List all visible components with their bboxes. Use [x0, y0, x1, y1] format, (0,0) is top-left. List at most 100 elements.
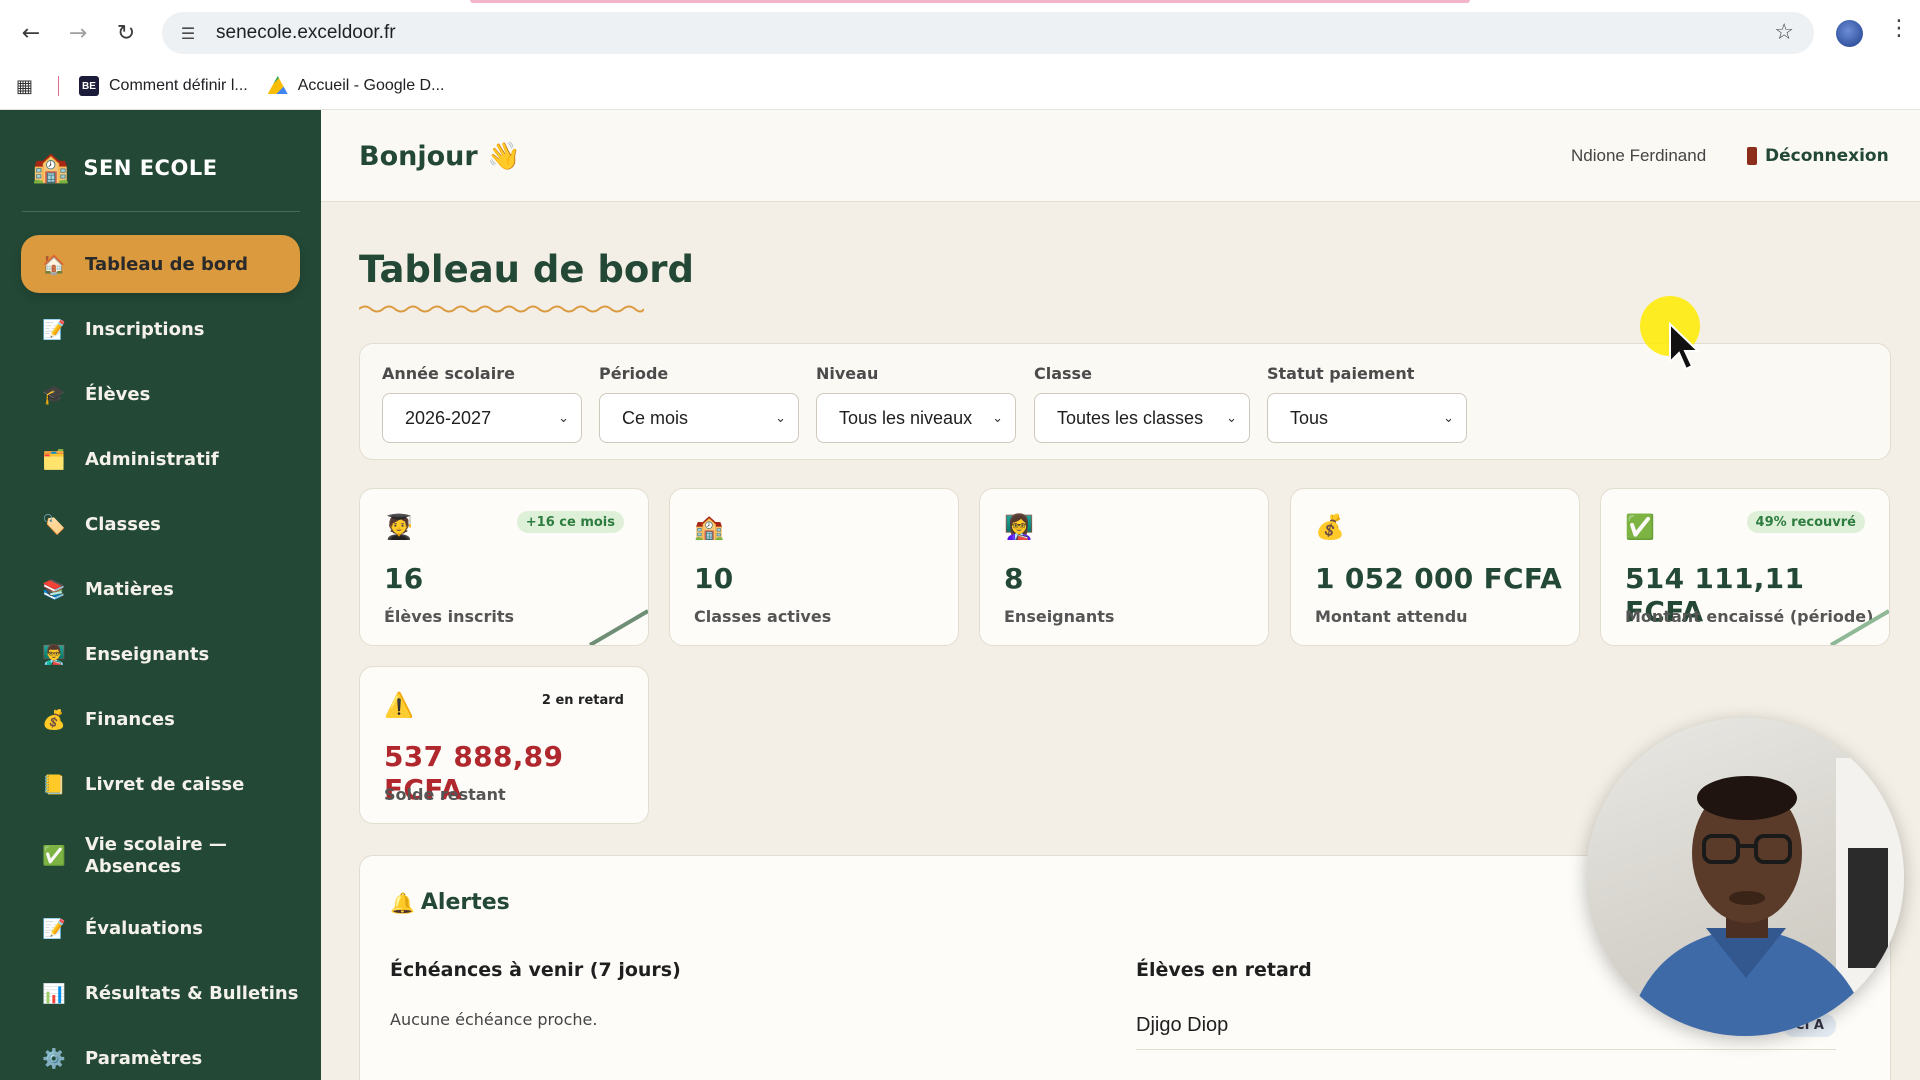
sidebar-item-parametres[interactable]: ⚙️ Paramètres [21, 1029, 300, 1080]
sidebar-item-label: Classes [85, 513, 161, 535]
title-underline [359, 305, 644, 313]
filter-label: Niveau [816, 364, 879, 383]
filter-label: Statut paiement [1267, 364, 1415, 383]
filter-classe: Classe Toutes les classes ⌄ [1034, 364, 1250, 443]
select-value: Tous les niveaux [839, 407, 973, 428]
greeting: Bonjour 👋 [359, 141, 521, 172]
sidebar-item-label: Tableau de bord [85, 253, 248, 275]
kpi-card-eleves: 🧑‍🎓 +16 ce mois 16 Élèves inscrits [359, 488, 649, 646]
bookmark-item[interactable]: BE Comment définir l... [79, 76, 248, 96]
select-value: 2026-2027 [405, 407, 492, 428]
student-icon: 🧑‍🎓 [384, 513, 414, 541]
bookmark-star-icon[interactable]: ☆ [1774, 20, 1794, 45]
money-bag-icon: 💰 [42, 708, 66, 731]
sidebar-item-evaluations[interactable]: 📝 Évaluations [21, 899, 300, 957]
sidebar-item-resultats[interactable]: 📊 Résultats & Bulletins [21, 964, 300, 1022]
sidebar: 🏫 SEN ECOLE 🏠 Tableau de bord 📝 Inscript… [0, 110, 321, 1080]
profile-avatar[interactable] [1836, 20, 1863, 47]
divider [22, 211, 300, 212]
apps-grid-icon[interactable]: ▦ [16, 76, 40, 97]
sidebar-item-label: Évaluations [85, 917, 203, 939]
graduation-cap-icon: 🎓 [42, 383, 66, 406]
sidebar-item-enseignants[interactable]: 👨‍🏫 Enseignants [21, 625, 300, 683]
filter-label: Classe [1034, 364, 1092, 383]
back-button[interactable]: ← [14, 16, 48, 50]
filter-annee-scolaire: Année scolaire 2026-2027 ⌄ [382, 364, 582, 443]
teacher-icon: 👩‍🏫 [1004, 513, 1034, 541]
money-bag-icon: 💰 [1315, 513, 1345, 541]
site-settings-icon[interactable]: ☰ [174, 19, 202, 47]
app-header: Bonjour 👋 Ndione Ferdinand Déconnexion [321, 110, 1920, 202]
sidebar-menu: 🏠 Tableau de bord 📝 Inscriptions 🎓 Élève… [21, 235, 300, 1080]
logout-label: Déconnexion [1765, 146, 1889, 166]
brand[interactable]: 🏫 SEN ECOLE [32, 150, 218, 185]
kpi-value: 10 [694, 562, 734, 595]
school-icon: 🏫 [32, 150, 70, 185]
user-name: Ndione Ferdinand [1571, 146, 1707, 165]
sidebar-item-tableau-de-bord[interactable]: 🏠 Tableau de bord [21, 235, 300, 293]
school-icon: 🏫 [694, 513, 724, 541]
forward-button[interactable]: → [61, 16, 95, 50]
memo-icon: 📝 [42, 917, 66, 940]
trend-line [588, 609, 648, 645]
address-bar[interactable]: ☰ senecole.exceldoor.fr ☆ [162, 12, 1814, 54]
tab-accent [470, 0, 1470, 3]
statut-paiement-select[interactable]: Tous ⌄ [1267, 393, 1467, 443]
sidebar-item-inscriptions[interactable]: 📝 Inscriptions [21, 300, 300, 358]
check-mark-icon: ✅ [1625, 513, 1655, 541]
kpi-value: 1 052 000 FCFA [1315, 562, 1563, 595]
classe-select[interactable]: Toutes les classes ⌄ [1034, 393, 1250, 443]
sidebar-item-matieres[interactable]: 📚 Matières [21, 560, 300, 618]
sidebar-item-label: Résultats & Bulletins [85, 982, 299, 1004]
sidebar-item-administratif[interactable]: 🗂️ Administratif [21, 430, 300, 488]
webcam-overlay [1586, 718, 1904, 1036]
chevron-down-icon: ⌄ [992, 410, 1003, 425]
gear-icon: ⚙️ [42, 1047, 66, 1070]
sidebar-item-label: Vie scolaire — Absences [85, 834, 227, 877]
kpi-label: Classes actives [694, 607, 832, 626]
ledger-icon: 📒 [42, 773, 66, 796]
chevron-down-icon: ⌄ [558, 410, 569, 425]
logout-button[interactable]: Déconnexion [1747, 146, 1889, 166]
trend-line [1829, 609, 1889, 645]
browser-menu-icon[interactable]: ⋮ [1888, 18, 1910, 40]
memo-icon: 📝 [42, 318, 66, 341]
kpi-card-enseignants: 👩‍🏫 8 Enseignants [979, 488, 1269, 646]
behance-favicon-icon: BE [79, 76, 99, 96]
door-icon [1747, 147, 1757, 165]
alerts-heading: 🔔 Alertes [390, 890, 510, 915]
bookmarks-bar: ▦ BE Comment définir l... Accueil - Goog… [0, 68, 1920, 104]
sidebar-item-absences[interactable]: ✅ Vie scolaire — Absences [21, 820, 300, 892]
sidebar-item-finances[interactable]: 💰 Finances [21, 690, 300, 748]
annee-scolaire-select[interactable]: 2026-2027 ⌄ [382, 393, 582, 443]
google-drive-favicon-icon [267, 76, 288, 94]
bookmark-item[interactable]: Accueil - Google D... [267, 76, 444, 96]
trend-badge: +16 ce mois [516, 511, 624, 533]
url-text[interactable]: senecole.exceldoor.fr [216, 22, 396, 44]
select-value: Ce mois [622, 407, 689, 428]
bar-chart-icon: 📊 [42, 982, 66, 1005]
periode-select[interactable]: Ce mois ⌄ [599, 393, 799, 443]
select-value: Toutes les classes [1057, 407, 1204, 428]
sidebar-item-label: Finances [85, 708, 175, 730]
sidebar-item-eleves[interactable]: 🎓 Élèves [21, 365, 300, 423]
mouse-cursor-icon [1669, 322, 1701, 371]
chevron-down-icon: ⌄ [1226, 410, 1237, 425]
sidebar-item-label: Élèves [85, 383, 151, 405]
filters-panel: Année scolaire 2026-2027 ⌄ Période Ce mo… [359, 343, 1891, 460]
label-icon: 🏷️ [42, 513, 66, 536]
bookmark-separator [58, 76, 59, 96]
sidebar-item-livret-de-caisse[interactable]: 📒 Livret de caisse [21, 755, 300, 813]
brand-name: SEN ECOLE [83, 155, 218, 180]
recovery-badge: 49% recouvré [1746, 511, 1865, 533]
filter-label: Année scolaire [382, 364, 515, 383]
reload-button[interactable]: ↻ [109, 16, 143, 50]
folder-icon: 🗂️ [42, 448, 66, 471]
bookmark-label: Comment définir l... [109, 77, 248, 94]
sidebar-item-label: Paramètres [85, 1047, 203, 1069]
chevron-down-icon: ⌄ [1443, 410, 1454, 425]
home-icon: 🏠 [42, 253, 66, 276]
sidebar-item-label: Administratif [85, 448, 219, 470]
niveau-select[interactable]: Tous les niveaux ⌄ [816, 393, 1016, 443]
sidebar-item-classes[interactable]: 🏷️ Classes [21, 495, 300, 553]
